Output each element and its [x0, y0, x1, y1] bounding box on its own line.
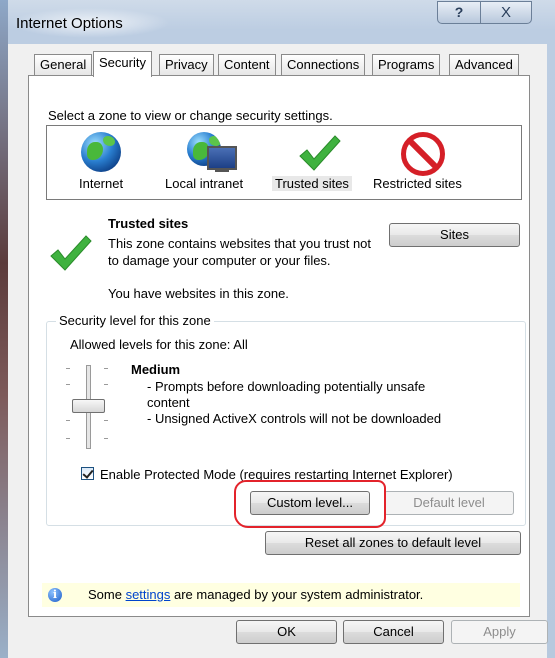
tab-security[interactable]: Security — [93, 51, 152, 77]
zone-list[interactable]: Internet Local intranet Trusted sites Re… — [46, 125, 522, 200]
zone-prompt: Select a zone to view or change security… — [48, 108, 333, 123]
red-highlight-annotation — [234, 480, 386, 528]
admin-info-bar: i Some settings are managed by your syst… — [42, 583, 520, 607]
zone-internet[interactable]: Internet — [77, 128, 137, 196]
window-title: Internet Options — [16, 15, 123, 32]
slider-tick — [66, 368, 70, 369]
help-button[interactable]: ? — [437, 1, 481, 24]
zone-label: Trusted sites — [272, 176, 352, 191]
title-bar[interactable]: Internet Options ? X — [0, 0, 555, 44]
tab-content[interactable]: Content — [218, 54, 276, 75]
globe-icon — [81, 132, 121, 172]
slider-tick — [104, 384, 108, 385]
close-button[interactable]: X — [480, 1, 532, 24]
info-prefix: Some — [88, 587, 126, 602]
zone-label: Restricted sites — [373, 176, 462, 191]
info-text: Some settings are managed by your system… — [88, 583, 423, 607]
tab-connections[interactable]: Connections — [281, 54, 366, 75]
tab-general[interactable]: General — [34, 54, 93, 75]
level-description-line: - Unsigned ActiveX controls will not be … — [147, 411, 442, 426]
info-icon: i — [48, 588, 62, 602]
restricted-icon — [401, 132, 445, 176]
level-description-line: content — [147, 395, 190, 410]
protected-mode-checkbox[interactable] — [81, 467, 94, 480]
slider-tick — [66, 420, 70, 421]
info-suffix: are managed by your system administrator… — [170, 587, 424, 602]
zone-websites-note: You have websites in this zone. — [108, 286, 289, 301]
sites-button[interactable]: Sites — [389, 223, 520, 247]
trusted-sites-large-checkmark-icon — [48, 232, 92, 277]
slider-tick — [104, 368, 108, 369]
zone-trusted-sites[interactable]: Trusted sites — [269, 128, 369, 196]
settings-link[interactable]: settings — [126, 587, 171, 602]
slider-tick — [66, 438, 70, 439]
tab-programs[interactable]: Programs — [372, 54, 441, 75]
security-level-group-label: Security level for this zone — [56, 313, 214, 328]
slider-tick — [104, 438, 108, 439]
internet-options-window: Internet Options ? X General Security Pr… — [0, 0, 555, 658]
zone-restricted-sites[interactable]: Restricted sites — [373, 128, 479, 196]
intranet-icon — [187, 132, 237, 174]
level-name: Medium — [131, 362, 181, 377]
ok-button[interactable]: OK — [236, 620, 337, 644]
window-left-edge — [0, 0, 8, 658]
default-level-button[interactable]: Default level — [384, 491, 514, 515]
tab-advanced[interactable]: Advanced — [449, 54, 519, 75]
level-description-line: - Prompts before downloading potentially… — [147, 379, 426, 394]
slider-thumb[interactable] — [72, 399, 105, 413]
zone-label: Local intranet — [165, 176, 244, 191]
zone-description: This zone contains websites that you tru… — [108, 236, 372, 268]
reset-all-zones-button[interactable]: Reset all zones to default level — [265, 531, 521, 555]
zone-label: Internet — [79, 176, 124, 191]
apply-button[interactable]: Apply — [451, 620, 548, 644]
cancel-button[interactable]: Cancel — [343, 620, 444, 644]
tab-privacy[interactable]: Privacy — [159, 54, 214, 75]
allowed-levels-label: Allowed levels for this zone: All — [70, 337, 248, 352]
zone-title: Trusted sites — [108, 216, 189, 231]
zone-local-intranet[interactable]: Local intranet — [165, 128, 265, 196]
checkmark-icon — [297, 132, 341, 177]
slider-tick — [66, 384, 70, 385]
slider-tick — [104, 420, 108, 421]
